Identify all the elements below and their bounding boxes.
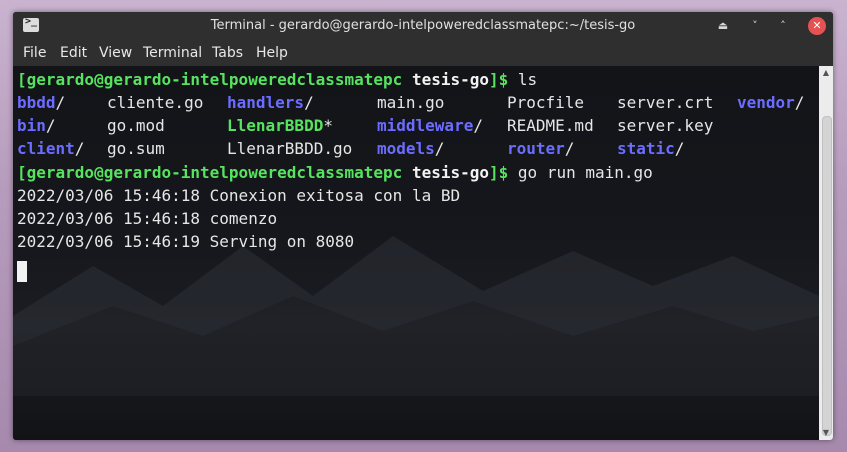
ls-entry-suffix: / [55,93,66,112]
ls-entry-name: vendor [737,93,795,112]
ls-entry-name: go.mod [107,116,165,135]
scroll-up-arrow-icon[interactable]: ▲ [821,68,831,78]
ls-entry-name: LlenarBBDD.go [227,139,353,158]
prompt-user: [gerardo@gerardo-intelpoweredclassmatepc [17,70,403,89]
ls-entry: LlenarBBDD* [227,115,333,137]
maximize-icon[interactable]: ˄ [773,16,793,36]
ls-entry: Procfile [507,92,584,114]
text-cursor [17,261,27,282]
ls-entry: router/ [507,138,574,160]
ls-entry-name: go.sum [107,139,165,158]
prompt-line-2: [gerardo@gerardo-intelpoweredclassmatepc… [17,162,653,184]
vertical-scrollbar[interactable]: ▲ ▼ [819,66,833,440]
terminal-area[interactable]: [gerardo@gerardo-intelpoweredclassmatepc… [13,66,819,440]
ls-entry-suffix: / [674,139,685,158]
title-bar[interactable]: >_ Terminal - gerardo@gerardo-intelpower… [13,12,833,40]
ls-entry-name: router [507,139,565,158]
menu-view[interactable]: View [99,45,132,61]
ls-entry-suffix: * [323,116,333,135]
ls-entry: models/ [377,138,444,160]
prompt-line-1: [gerardo@gerardo-intelpoweredclassmatepc… [17,69,537,91]
ls-entry: vendor/ [737,92,804,114]
menu-bar: File Edit View Terminal Tabs Help [13,40,833,66]
prompt-end: ]$ [489,70,509,89]
ls-entry: main.go [377,92,444,114]
ls-entry-name: server.crt [617,93,714,112]
minimize-icon[interactable]: ˅ [745,16,765,36]
ls-entry-suffix: / [794,93,805,112]
ls-entry-suffix: / [473,116,483,135]
ls-entry: server.crt [617,92,713,114]
ls-entry: middleware/ [377,115,483,137]
ls-entry-name: server.key [617,116,714,135]
ls-entry-name: client [17,139,75,158]
terminal-window: >_ Terminal - gerardo@gerardo-intelpower… [13,12,833,440]
output-line: 2022/03/06 15:46:18 Conexion exitosa con… [17,186,461,205]
ls-entry: static/ [617,138,684,160]
prompt-user: [gerardo@gerardo-intelpoweredclassmatepc [17,163,403,182]
ls-entry: bin/ [17,115,56,137]
menu-tabs[interactable]: Tabs [212,45,243,61]
ls-entry-suffix: / [45,116,56,135]
ls-entry-suffix: / [564,139,575,158]
ls-entry: cliente.go [107,92,203,114]
ls-entry: go.sum [107,138,165,160]
ls-entry-name: Procfile [507,93,585,112]
close-icon[interactable]: ✕ [808,17,826,35]
ls-entry-name: LlenarBBDD [227,116,324,135]
prompt-dir: tesis-go [411,163,490,182]
scrollbar-thumb[interactable] [822,116,832,436]
keep-above-icon[interactable]: ⏏ [713,16,733,36]
menu-help[interactable]: Help [256,45,288,61]
ls-entry: handlers/ [227,92,314,114]
ls-entry-suffix: / [74,139,85,158]
prompt-dir: tesis-go [411,70,490,89]
window-title: Terminal - gerardo@gerardo-intelpoweredc… [210,18,636,33]
ls-entry: client/ [17,138,84,160]
output-line: 2022/03/06 15:46:18 comenzo [17,209,278,228]
ls-entry-name: static [617,139,675,158]
ls-entry-suffix: / [304,93,314,112]
ls-entry: go.mod [107,115,165,137]
ls-entry-name: bbdd [17,93,56,112]
ls-entry-name: handlers [227,93,305,112]
ls-entry: LlenarBBDD.go [227,138,352,160]
ls-entry: bbdd/ [17,92,65,114]
ls-entry-name: main.go [377,93,445,112]
ls-entry-name: middleware [377,116,474,135]
ls-entry-suffix: / [434,139,445,158]
ls-entry-name: README.md [507,116,594,135]
menu-file[interactable]: File [23,45,46,61]
prompt-command: go run main.go [508,163,653,182]
scroll-down-arrow-icon[interactable]: ▼ [821,428,831,438]
prompt-end: ]$ [489,163,509,182]
menu-edit[interactable]: Edit [60,45,87,61]
menu-terminal[interactable]: Terminal [143,45,202,61]
ls-entry: README.md [507,115,594,137]
ls-entry-name: cliente.go [107,93,204,112]
output-line: 2022/03/06 15:46:19 Serving on 8080 [17,232,355,251]
prompt-command: ls [508,70,538,89]
ls-entry-name: bin [17,116,46,135]
ls-entry-name: models [377,139,435,158]
ls-entry: server.key [617,115,713,137]
